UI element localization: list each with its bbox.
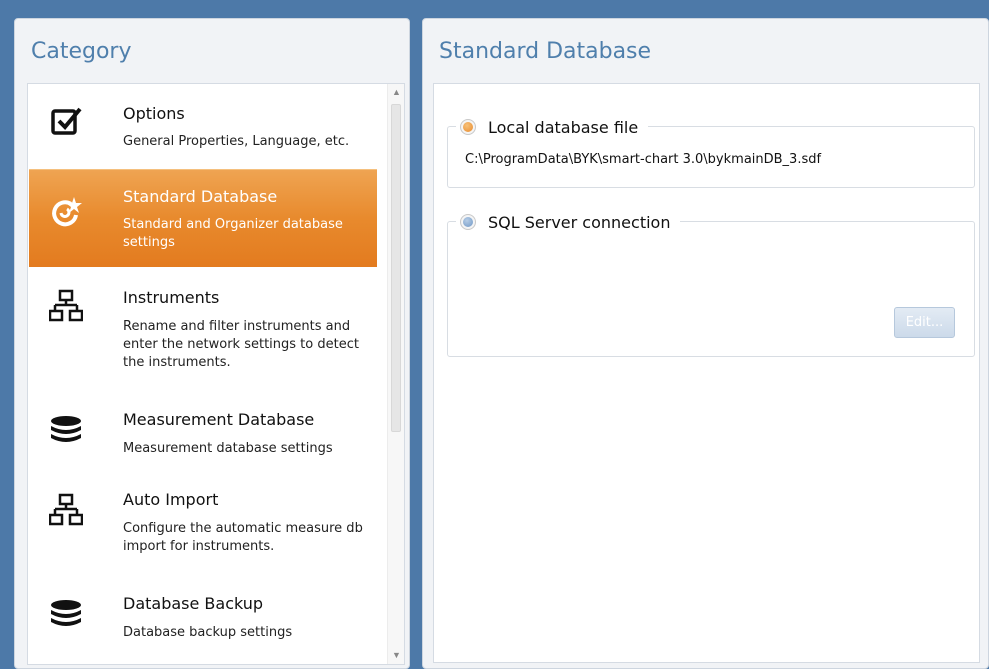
category-item-title: Auto Import [123,490,219,509]
category-list[interactable]: Options General Properties, Language, et… [27,83,405,665]
detail-title: Standard Database [439,39,652,64]
network-icon [49,289,83,322]
scroll-thumb[interactable] [391,104,401,432]
category-item-description: Standard and Organizer database settings [123,217,343,250]
sql-server-header[interactable]: SQL Server connection [456,210,681,234]
detail-panel: Standard Database Local database file C:… [422,18,989,669]
scroll-up-arrow-icon[interactable]: ▲ [388,84,404,101]
sql-server-radio[interactable] [460,214,476,230]
category-item-title: Database Backup [123,594,264,613]
category-item-description: Rename and filter instruments and enter … [123,319,359,370]
category-item-auto-import[interactable]: Auto Import Configure the automatic meas… [29,476,377,572]
category-item-description: Database backup settings [123,625,293,640]
category-item-description: Measurement database settings [123,441,333,456]
category-item-options[interactable]: Options General Properties, Language, et… [29,84,377,168]
scroll-down-arrow-icon[interactable]: ▼ [388,647,404,664]
category-item-database-backup[interactable]: Database Backup Database backup settings [29,578,377,658]
category-title: Category [31,39,132,64]
category-item-title: Instruments [123,288,220,307]
category-panel: Category Options General Properties, Lan… [14,18,410,669]
database-icon [51,600,81,626]
category-item-standard-database[interactable]: Standard Database Standard and Organizer… [29,169,377,267]
local-db-path: C:\ProgramData\BYK\smart-chart 3.0\bykma… [465,152,822,167]
category-item-title: Options [123,104,185,123]
refresh-star-icon [52,197,82,227]
network-icon [49,493,83,526]
local-db-label: Local database file [488,117,639,137]
category-item-title: Measurement Database [123,410,315,429]
sql-server-group: SQL Server connection Edit... [447,210,975,357]
category-item-instruments[interactable]: Instruments Rename and filter instrument… [29,272,377,392]
category-item-measurement-database[interactable]: Measurement Database Measurement databas… [29,394,377,474]
checkbox-icon [51,107,82,135]
category-item-title: Standard Database [123,187,278,206]
category-item-description: Configure the automatic measure db impor… [123,521,363,554]
local-db-group: Local database file C:\ProgramData\BYK\s… [447,115,975,188]
database-icon [51,416,81,442]
local-db-header[interactable]: Local database file [456,115,649,139]
sql-server-label: SQL Server connection [488,212,671,232]
category-scrollbar[interactable]: ▲ ▼ [387,84,404,664]
detail-content: Local database file C:\ProgramData\BYK\s… [433,83,980,663]
local-db-radio[interactable] [460,119,476,135]
category-item-description: General Properties, Language, etc. [123,134,350,149]
edit-button[interactable]: Edit... [894,307,955,338]
